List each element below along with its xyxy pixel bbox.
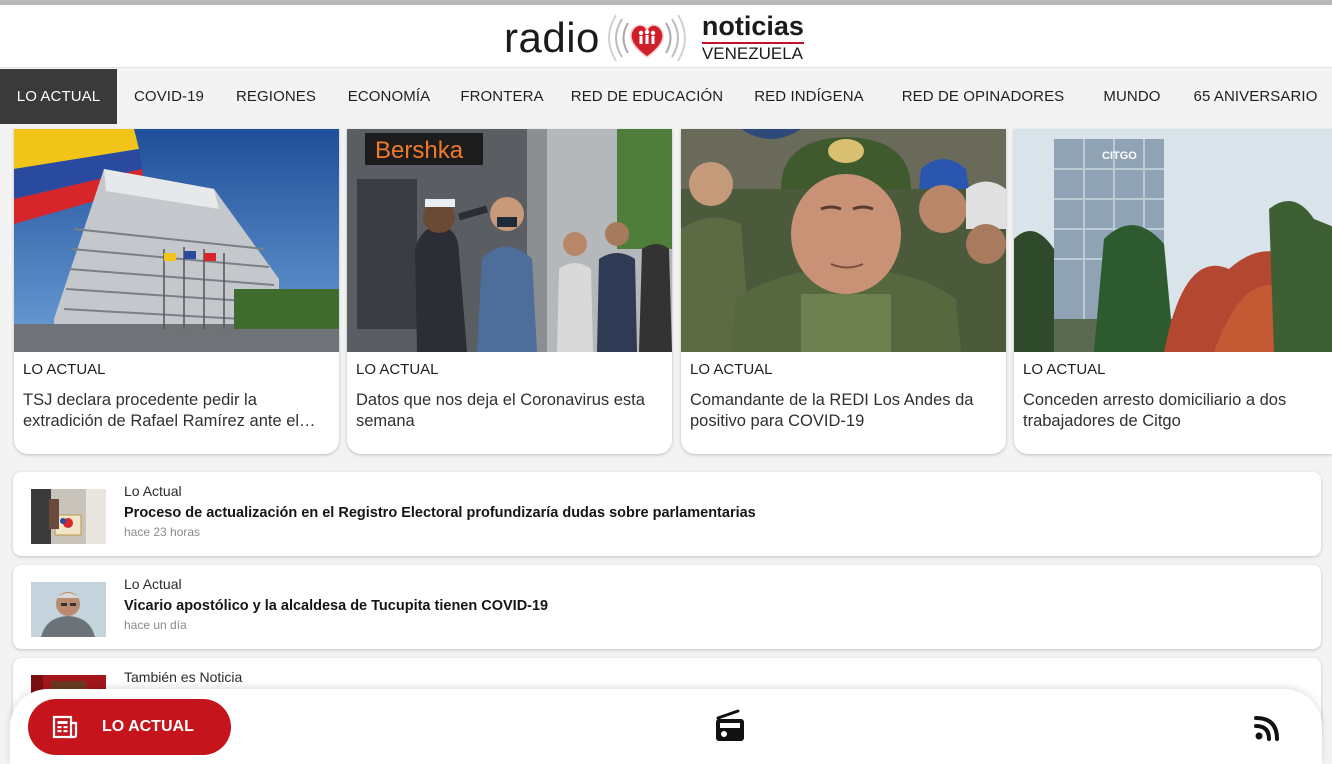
card-title: Conceden arresto domiciliario a dos trab… xyxy=(1023,391,1287,430)
list-title: Proceso de actualización en el Registro … xyxy=(124,505,756,521)
nav-tab-regiones[interactable]: REGIONES xyxy=(221,69,331,124)
nav-tab-red-indigena[interactable]: RED INDÍGENA xyxy=(737,69,881,124)
list-timestamp: hace 23 horas xyxy=(124,525,201,539)
card-category: LO ACTUAL xyxy=(23,361,106,378)
list-thumbnail xyxy=(31,489,106,544)
heart-logo-icon xyxy=(607,14,686,62)
nav-tab-covid-19[interactable]: COVID-19 xyxy=(117,69,221,124)
list-item[interactable]: Lo Actual Vicario apostólico y la alcald… xyxy=(13,565,1321,649)
featured-card[interactable]: Bershka LO ACTUAL Datos que nos deja el … xyxy=(347,129,672,454)
list-category: Lo Actual xyxy=(124,483,182,499)
featured-card[interactable]: CITGO LO ACTUAL Conceden arresto domicil… xyxy=(1014,129,1332,454)
nav-tab-economia[interactable]: ECONOMÍA xyxy=(331,69,447,124)
card-title: Datos que nos deja el Coronavirus esta s… xyxy=(356,391,645,430)
featured-card[interactable]: LO ACTUAL Comandante de la REDI Los Ande… xyxy=(681,129,1006,454)
card-title: Comandante de la REDI Los Andes da posit… xyxy=(690,391,974,430)
list-thumbnail xyxy=(31,582,106,637)
featured-card[interactable]: LO ACTUAL TSJ declara procedente pedir l… xyxy=(14,129,339,454)
card-image: Bershka xyxy=(347,129,672,352)
building-sign-text: CITGO xyxy=(1102,150,1137,162)
list-timestamp: hace un día xyxy=(124,618,187,632)
bottom-nav-lo-actual-label: LO ACTUAL xyxy=(102,718,194,735)
newspaper-icon xyxy=(52,715,78,739)
list-category: También es Noticia xyxy=(124,669,243,685)
category-nav: LO ACTUAL COVID-19 REGIONES ECONOMÍA FRO… xyxy=(0,69,1332,124)
logo-noticias-text: noticias xyxy=(701,12,804,44)
card-category: LO ACTUAL xyxy=(356,361,439,378)
logo-country-text: VENEZUELA xyxy=(701,43,803,63)
nav-tab-red-de-educacion[interactable]: RED DE EDUCACIÓN xyxy=(557,69,737,124)
nav-tab-red-de-opinadores[interactable]: RED DE OPINADORES xyxy=(881,69,1085,124)
storefront-sign-text: Bershka xyxy=(375,137,464,164)
list-title: Vicario apostólico y la alcaldesa de Tuc… xyxy=(124,598,549,614)
card-title: TSJ declara procedente pedir la extradic… xyxy=(23,391,316,430)
logo-text-group: noticias VENEZUELA xyxy=(701,12,804,64)
bottom-nav-lo-actual[interactable]: LO ACTUAL xyxy=(28,699,231,755)
list-category: Lo Actual xyxy=(124,576,182,592)
bottom-navigation: LO ACTUAL xyxy=(10,689,1322,764)
nav-tab-frontera[interactable]: FRONTERA xyxy=(447,69,557,124)
card-image xyxy=(14,129,339,352)
list-item[interactable]: Lo Actual Proceso de actualización en el… xyxy=(13,472,1321,556)
nav-tab-lo-actual[interactable]: LO ACTUAL xyxy=(0,69,117,124)
radio-icon[interactable] xyxy=(710,707,750,747)
logo-radio-text: radio xyxy=(504,14,600,61)
app-header: radio noticias VENEZUELA xyxy=(0,5,1332,68)
nav-tab-65-aniversario[interactable]: 65 ANIVERSARIO xyxy=(1179,69,1332,124)
rss-icon[interactable] xyxy=(1250,709,1286,745)
nav-tab-mundo[interactable]: MUNDO xyxy=(1085,69,1179,124)
card-category: LO ACTUAL xyxy=(690,361,773,378)
featured-carousel: LO ACTUAL TSJ declara procedente pedir l… xyxy=(14,129,1332,454)
card-image xyxy=(681,129,1006,352)
app-logo[interactable]: radio noticias VENEZUELA xyxy=(504,9,804,67)
card-category: LO ACTUAL xyxy=(1023,361,1106,378)
card-image: CITGO xyxy=(1014,129,1332,352)
